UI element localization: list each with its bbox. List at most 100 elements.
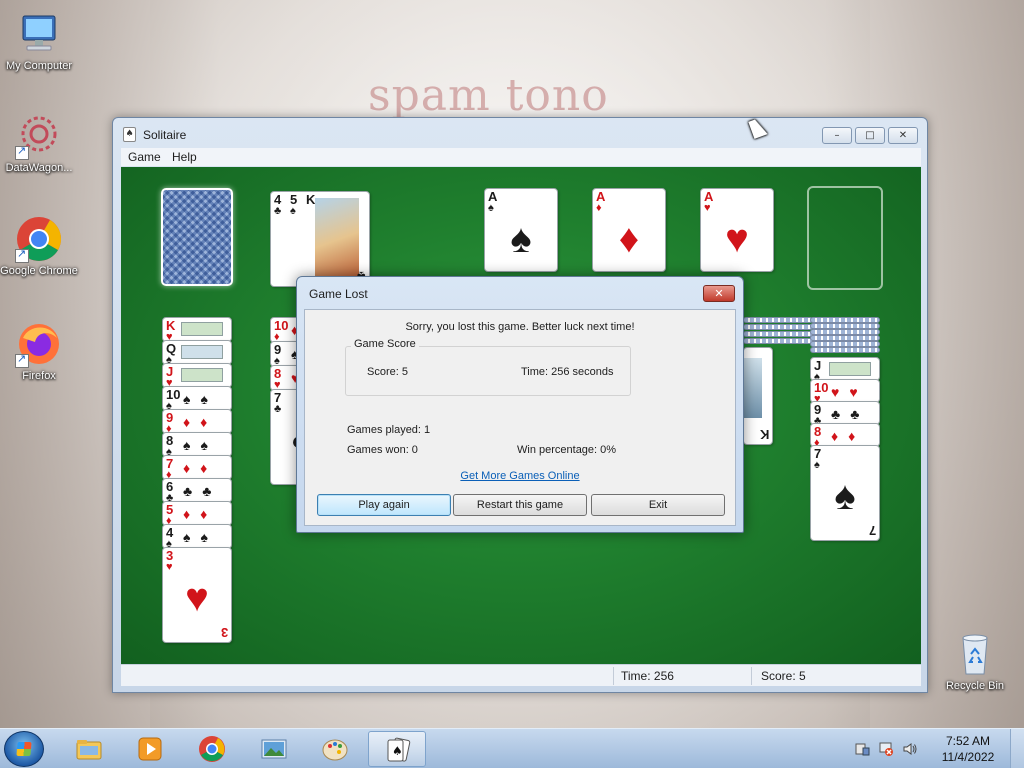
tableau-card[interactable]: J ♥ bbox=[162, 363, 232, 388]
desktop-icon-my-computer[interactable]: My Computer bbox=[0, 10, 78, 72]
tableau-card[interactable]: 4 ♠ ♠♠ bbox=[162, 524, 232, 549]
get-more-games-link[interactable]: Get More Games Online bbox=[305, 470, 735, 482]
shortcut-arrow-icon bbox=[15, 352, 29, 368]
tableau-card[interactable]: 8 ♠ ♠♠ bbox=[162, 432, 232, 457]
games-won: Games won: 0 bbox=[347, 444, 418, 456]
restart-game-button[interactable]: Restart this game bbox=[453, 494, 587, 516]
tableau-card[interactable]: 10 ♠ ♠♠ bbox=[162, 386, 232, 411]
tableau-card[interactable]: 7 ♦ ♦♦ bbox=[162, 455, 232, 480]
menu-help[interactable]: Help bbox=[172, 150, 197, 164]
card-center-suit: ♠ bbox=[834, 474, 856, 518]
facedown-card bbox=[743, 324, 813, 330]
card-pips: ♥♥ bbox=[831, 384, 868, 400]
taskbar-explorer[interactable] bbox=[60, 731, 118, 767]
card-pips: ♣♣ bbox=[831, 406, 870, 422]
folder-icon bbox=[75, 735, 103, 763]
facedown-card bbox=[743, 331, 813, 337]
foundation-suit: ♥ bbox=[704, 202, 711, 214]
clock[interactable]: 7:52 AM 11/4/2022 bbox=[936, 733, 1000, 765]
king-face-art bbox=[744, 358, 762, 418]
tableau-card[interactable]: 7 ♠ ♠ 7 bbox=[810, 445, 880, 541]
tableau-card-king[interactable]: K bbox=[743, 347, 773, 445]
game-score-label: Game Score bbox=[351, 338, 419, 350]
desktop-icon-firefox[interactable]: Firefox bbox=[0, 320, 78, 382]
computer-icon bbox=[15, 10, 63, 58]
photo-viewer-icon bbox=[260, 735, 288, 763]
tableau-card[interactable]: 5 ♦ ♦♦ bbox=[162, 501, 232, 526]
tableau-card[interactable]: 9 ♦ ♦♦ bbox=[162, 409, 232, 434]
card-suit: ♣ bbox=[274, 403, 282, 415]
card-pips: ♦♦ bbox=[183, 460, 218, 476]
taskbar: ♠ 7:52 AM 11/4/2022 bbox=[0, 728, 1024, 768]
taskbar-media-player[interactable] bbox=[121, 731, 179, 767]
waste-card-rank: K bbox=[306, 192, 316, 207]
chrome-icon bbox=[15, 215, 63, 263]
menu-game[interactable]: Game bbox=[128, 150, 161, 164]
start-button[interactable] bbox=[4, 731, 44, 767]
score-value: Score: 5 bbox=[367, 366, 408, 378]
paint-palette-icon bbox=[321, 735, 349, 763]
clock-time: 7:52 AM bbox=[945, 734, 991, 748]
face-card-art bbox=[181, 345, 223, 359]
action-center-flag-icon[interactable] bbox=[854, 741, 870, 757]
foundation-diamonds[interactable]: A ♦ ♦ bbox=[592, 188, 666, 272]
play-again-button[interactable]: Play again bbox=[317, 494, 451, 516]
desktop-icon-chrome[interactable]: Google Chrome bbox=[0, 215, 78, 277]
chrome-icon bbox=[198, 735, 226, 763]
menubar: Game Help bbox=[121, 148, 921, 166]
foundation-spades[interactable]: A ♠ ♠ bbox=[484, 188, 558, 272]
close-button[interactable]: ✕ bbox=[888, 127, 918, 144]
waste-card-suit: ♠ bbox=[290, 205, 296, 217]
tableau-card[interactable]: J ♠ bbox=[810, 357, 880, 381]
shortcut-arrow-icon bbox=[15, 247, 29, 263]
maximize-button[interactable]: □ bbox=[855, 127, 885, 144]
taskbar-photo-viewer[interactable] bbox=[245, 731, 303, 767]
window-titlebar[interactable]: ♠ Solitaire – □ ✕ bbox=[113, 118, 927, 148]
status-time: Time: 256 bbox=[621, 669, 674, 683]
desktop-icon-label: Firefox bbox=[22, 370, 56, 382]
tableau-card[interactable]: 10 ♥ ♥♥ bbox=[810, 379, 880, 403]
stock-pile[interactable] bbox=[161, 188, 233, 286]
card-rank-corner: 7 bbox=[868, 523, 876, 538]
card-pips: ♦♦ bbox=[831, 428, 866, 444]
status-separator bbox=[751, 667, 752, 685]
status-separator bbox=[613, 667, 614, 685]
taskbar-solitaire[interactable]: ♠ bbox=[368, 731, 426, 767]
facedown-card bbox=[743, 317, 813, 323]
tableau-card[interactable]: 8 ♦ ♦♦ bbox=[810, 423, 880, 447]
datawagon-icon bbox=[15, 112, 63, 160]
taskbar-chrome[interactable] bbox=[183, 731, 241, 767]
shortcut-arrow-icon bbox=[15, 144, 29, 160]
foundation-suit: ♦ bbox=[596, 202, 602, 214]
foundation-hearts[interactable]: A ♥ ♥ bbox=[700, 188, 774, 272]
card-pips: ♣♣ bbox=[183, 483, 222, 499]
tableau-card[interactable]: 3 ♥ ♥ 3 bbox=[162, 547, 232, 643]
desktop-icon-recycle-bin[interactable]: Recycle Bin bbox=[936, 630, 1014, 692]
taskbar-paint[interactable] bbox=[306, 731, 364, 767]
volume-icon[interactable] bbox=[902, 741, 918, 757]
face-card-art bbox=[829, 362, 871, 376]
dialog-close-button[interactable]: ✕ bbox=[703, 285, 735, 302]
tableau-card[interactable]: Q ♠ bbox=[162, 340, 232, 365]
game-lost-dialog: Game Lost ✕ Sorry, you lost this game. B… bbox=[296, 276, 744, 533]
window-title: Solitaire bbox=[143, 128, 187, 142]
minimize-button[interactable]: – bbox=[822, 127, 852, 144]
card-rank-corner: 3 bbox=[220, 625, 228, 640]
exit-button[interactable]: Exit bbox=[591, 494, 725, 516]
card-rank: K bbox=[759, 427, 769, 442]
heart-icon: ♥ bbox=[725, 217, 749, 261]
foundation-empty-slot[interactable] bbox=[807, 186, 883, 290]
svg-text:♠: ♠ bbox=[392, 744, 403, 758]
tableau-card[interactable]: K ♥ bbox=[162, 317, 232, 342]
desktop-icon-datawagon[interactable]: DataWagon... bbox=[0, 112, 78, 174]
solitaire-app-icon: ♠ bbox=[123, 127, 136, 142]
network-warning-icon[interactable] bbox=[878, 741, 894, 757]
card-suit: ♥ bbox=[166, 561, 173, 573]
show-desktop-button[interactable] bbox=[1010, 729, 1024, 768]
diamond-icon: ♦ bbox=[618, 217, 640, 261]
tableau-card[interactable]: 6 ♣ ♣♣ bbox=[162, 478, 232, 503]
tableau-card[interactable]: 9 ♣ ♣♣ bbox=[810, 401, 880, 425]
waste-card-suit: ♣ bbox=[274, 205, 282, 217]
wallpaper-text: spam tono bbox=[368, 70, 609, 121]
waste-pile[interactable]: 4 ♣ 5 ♠ K ♣ bbox=[270, 191, 370, 287]
